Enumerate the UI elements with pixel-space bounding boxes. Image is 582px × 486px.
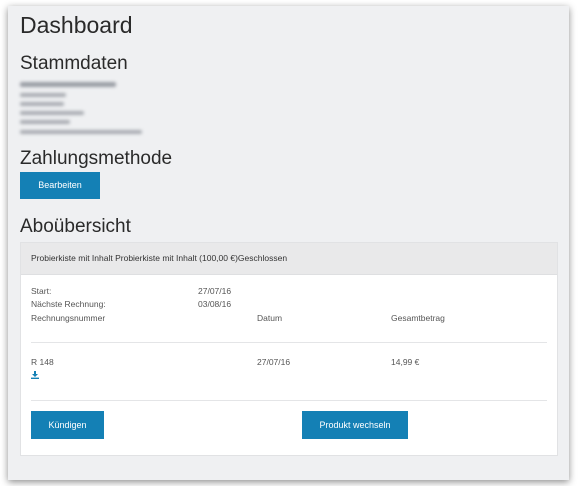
- subscription-header: Probierkiste mit Inhalt Probierkiste mit…: [21, 243, 557, 275]
- change-product-button[interactable]: Produkt wechseln: [302, 411, 408, 439]
- page-title: Dashboard: [20, 12, 133, 38]
- next-invoice-value: 03/08/16: [198, 299, 232, 309]
- section-title-stammdaten: Stammdaten: [20, 53, 128, 74]
- next-invoice-label: Nächste Rechnung:: [31, 299, 106, 309]
- table-divider: [31, 342, 547, 343]
- section-title-zahlungsmethode: Zahlungsmethode: [20, 148, 173, 169]
- edit-payment-button[interactable]: Bearbeiten: [20, 172, 100, 199]
- start-value: 27/07/16: [198, 286, 232, 296]
- cancel-subscription-button[interactable]: Kündigen: [31, 411, 104, 439]
- invoice-total: 14,99 €: [391, 357, 420, 367]
- subscription-panel: Probierkiste mit Inhalt Probierkiste mit…: [20, 242, 558, 456]
- redacted-master-data: [20, 80, 150, 140]
- start-label: Start:: [31, 286, 52, 296]
- invoice-date: 27/07/16: [257, 357, 291, 367]
- column-header-date: Datum: [257, 313, 283, 323]
- download-icon[interactable]: [31, 371, 39, 379]
- subscription-title: Probierkiste mit Inhalt Probierkiste mit…: [31, 253, 288, 263]
- column-header-total: Gesamtbetrag: [391, 313, 445, 323]
- section-title-abouebersicht: Aboübersicht: [20, 216, 131, 237]
- column-header-invoice-number: Rechnungsnummer: [31, 313, 106, 323]
- actions-divider: [31, 400, 547, 401]
- dashboard-window: Dashboard Stammdaten Zahlungsmethode Bea…: [8, 6, 569, 480]
- invoice-number: R 148: [31, 357, 54, 367]
